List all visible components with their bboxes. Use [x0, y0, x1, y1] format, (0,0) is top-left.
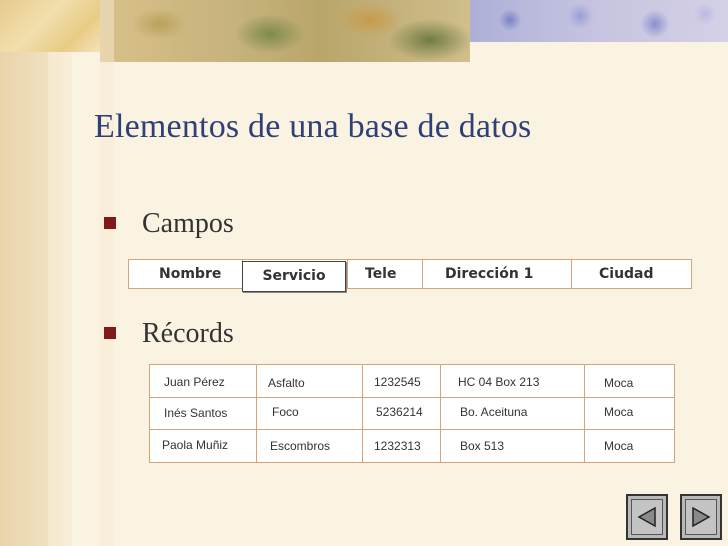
record-cell: Moca	[604, 439, 634, 453]
fields-table: Nombre Tele Dirección 1 Ciudad	[128, 259, 692, 289]
field-header: Ciudad	[599, 266, 654, 282]
divider	[571, 260, 572, 288]
flower-image-banner	[470, 0, 728, 42]
record-cell: 1232313	[374, 439, 421, 453]
divider	[362, 365, 363, 462]
field-header: Dirección 1	[445, 266, 534, 282]
record-cell: Paola Muñiz	[162, 438, 229, 452]
record-cell: Juan Pérez	[164, 375, 225, 389]
record-cell: Bo. Aceituna	[460, 405, 528, 419]
leaf-image-banner	[100, 0, 470, 62]
field-header-selected[interactable]: Servicio	[242, 261, 346, 292]
record-cell: Moca	[604, 405, 634, 419]
slide-title: Elementos de una base de datos	[94, 108, 532, 145]
divider	[150, 429, 674, 430]
button-face	[685, 499, 717, 535]
triangle-right-icon	[692, 506, 711, 528]
divider	[347, 260, 348, 288]
record-cell: Box 513	[460, 439, 505, 453]
field-header: Tele	[365, 266, 397, 282]
bullet-label: Campos	[142, 208, 234, 239]
record-cell: Asfalto	[268, 376, 305, 390]
bullet-label: Récords	[142, 318, 234, 349]
left-decor-band-inner	[0, 0, 48, 546]
record-cell: Foco	[272, 405, 299, 419]
record-cell: 5236214	[376, 405, 423, 419]
records-table: Juan Pérez Asfalto 1232545 HC 04 Box 213…	[149, 364, 675, 463]
triangle-left-icon	[637, 506, 656, 528]
bullet-campos: Campos	[104, 208, 234, 240]
record-cell: Escombros	[270, 439, 331, 453]
divider	[584, 365, 585, 462]
square-bullet-icon	[104, 326, 116, 339]
top-left-decor	[0, 0, 108, 52]
divider	[440, 365, 441, 462]
bullet-records: Récords	[104, 318, 234, 350]
record-cell: 1232545	[374, 375, 421, 389]
next-slide-button[interactable]	[680, 494, 722, 540]
divider	[422, 260, 423, 288]
slide: Elementos de una base de datos Campos No…	[0, 0, 728, 546]
record-cell: Inés Santos	[164, 406, 228, 420]
button-face	[631, 499, 663, 535]
divider	[256, 365, 257, 462]
previous-slide-button[interactable]	[626, 494, 668, 540]
vertical-accent	[100, 0, 114, 546]
record-cell: HC 04 Box 213	[458, 375, 540, 389]
record-cell: Moca	[604, 376, 634, 390]
square-bullet-icon	[104, 216, 116, 229]
field-header: Nombre	[159, 266, 222, 282]
divider	[150, 397, 674, 398]
